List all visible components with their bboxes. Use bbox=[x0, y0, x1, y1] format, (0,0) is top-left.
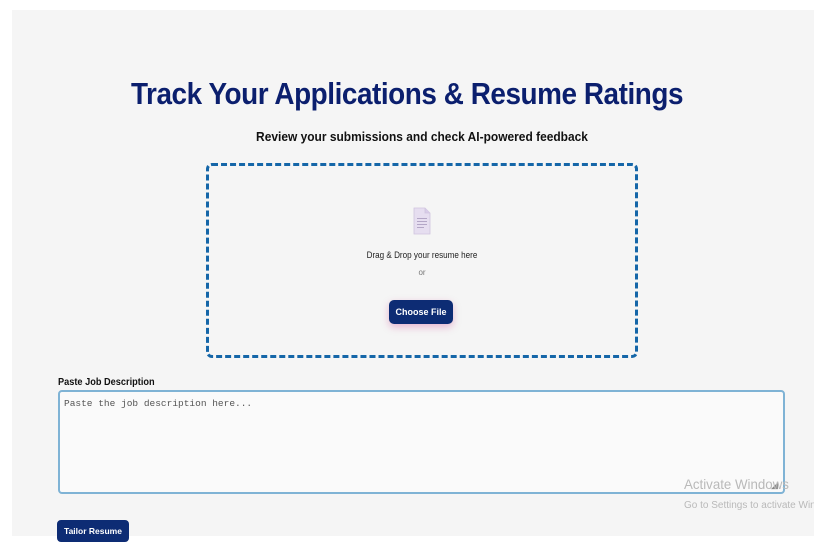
tailor-resume-button[interactable]: Tailor Resume bbox=[57, 520, 129, 542]
page-subtitle: Review your submissions and check AI-pow… bbox=[256, 129, 588, 144]
document-icon bbox=[413, 207, 431, 235]
job-description-input[interactable] bbox=[58, 390, 785, 494]
activate-windows-title: Activate Windows bbox=[684, 476, 789, 492]
activate-windows-subtitle: Go to Settings to activate Windows. bbox=[684, 500, 814, 511]
choose-file-button[interactable]: Choose File bbox=[389, 300, 453, 324]
resume-dropzone[interactable]: Drag & Drop your resume here or Choose F… bbox=[206, 163, 638, 358]
drag-drop-text: Drag & Drop your resume here bbox=[366, 250, 478, 260]
or-separator: or bbox=[418, 268, 426, 277]
job-description-label: Paste Job Description bbox=[58, 377, 155, 388]
page-title: Track Your Applications & Resume Ratings bbox=[130, 76, 684, 111]
